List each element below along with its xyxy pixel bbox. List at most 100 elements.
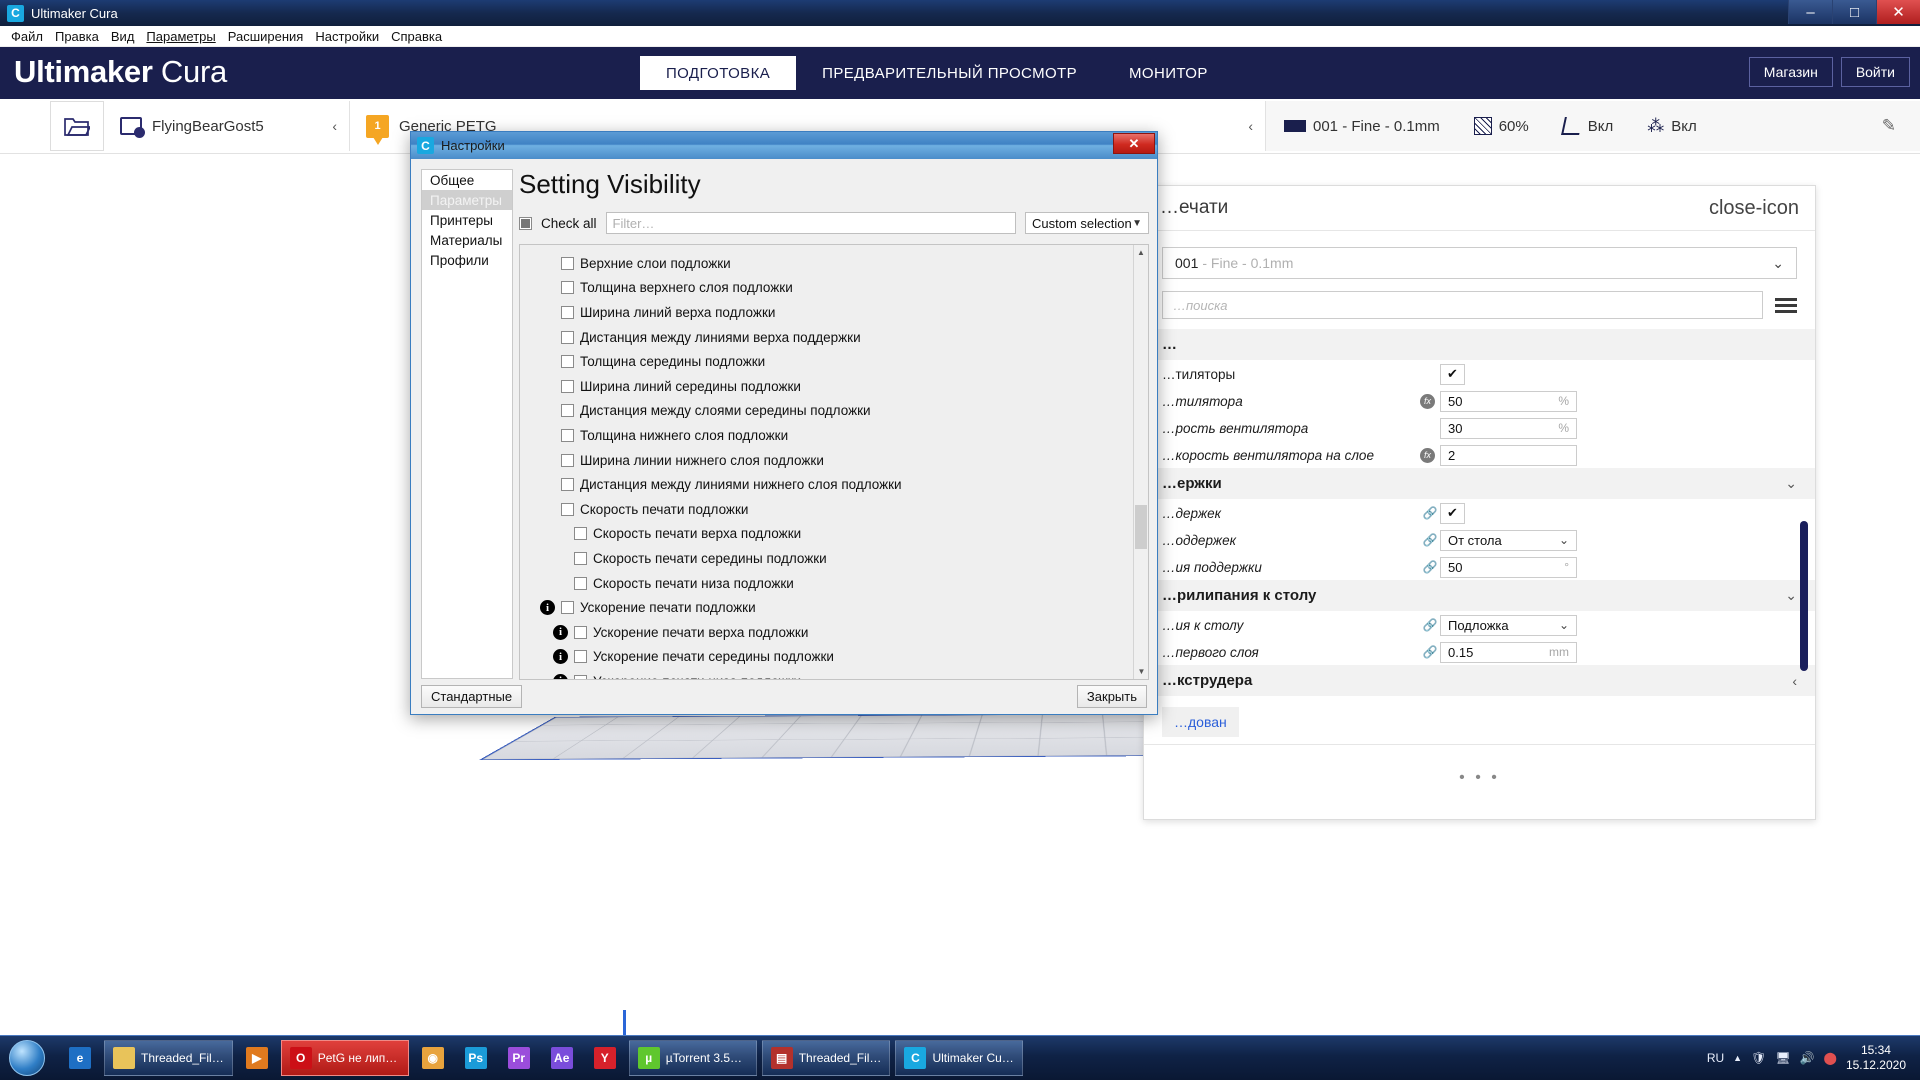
shield-icon[interactable]: ⬤	[1824, 1051, 1837, 1065]
visibility-checkbox[interactable]	[561, 355, 574, 369]
setting-row[interactable]: …тиляторы ✔	[1144, 361, 1815, 387]
menu-view[interactable]: Вид	[105, 28, 141, 45]
section-header-adhesion[interactable]: …рилипания к столу ⌄	[1144, 580, 1815, 611]
list-scrollbar[interactable]: ▲ ▼	[1133, 245, 1148, 679]
link-icon[interactable]: 🔗	[1423, 618, 1438, 632]
setting-value-field[interactable]: 50 %	[1440, 390, 1577, 412]
visibility-checkbox[interactable]	[561, 428, 574, 442]
tab-prepare[interactable]: ПОДГОТОВКА	[640, 56, 797, 90]
profile-dropdown[interactable]: 001 - Fine - 0.1mm ⌄	[1162, 247, 1797, 279]
nav-item-materials[interactable]: Материалы	[422, 230, 512, 250]
setting-value-field[interactable]: 30 %	[1440, 417, 1577, 439]
scroll-down-arrow[interactable]: ▼	[1134, 664, 1148, 679]
tray-expand-icon[interactable]: ▲	[1733, 1053, 1742, 1063]
setting-value-field[interactable]: 0.15 mm	[1440, 641, 1577, 663]
network-icon[interactable]: 🖥	[1775, 1051, 1790, 1065]
list-item[interactable]: Скорость печати низа подложки	[520, 571, 1148, 596]
setting-row[interactable]: …рость вентилятора 30 %	[1144, 415, 1815, 441]
formula-icon[interactable]: fx	[1420, 447, 1435, 463]
section-header-extruder[interactable]: …кструдера ‹	[1144, 665, 1815, 696]
taskbar-item[interactable]: ◉	[414, 1040, 452, 1076]
overflow-dots[interactable]: • • •	[1459, 769, 1500, 787]
list-item[interactable]: Дистанция между линиями нижнего слоя под…	[520, 472, 1148, 497]
section-header-cooling[interactable]: …	[1144, 329, 1815, 360]
scroll-up-arrow[interactable]: ▲	[1134, 245, 1148, 260]
visibility-checkbox[interactable]	[561, 601, 574, 615]
visibility-checkbox[interactable]	[561, 256, 574, 270]
formula-icon[interactable]: fx	[1420, 393, 1435, 409]
taskbar-item[interactable]: Pr	[500, 1040, 538, 1076]
visibility-checkbox[interactable]	[561, 478, 574, 492]
link-icon[interactable]: 🔗	[1423, 533, 1438, 547]
visibility-checkbox[interactable]	[561, 281, 574, 295]
info-icon[interactable]: i	[553, 624, 568, 640]
close-icon[interactable]: close-icon	[1709, 197, 1799, 220]
setting-row[interactable]: …первого слоя 🔗 0.15 mm	[1144, 639, 1815, 665]
menu-extensions[interactable]: Расширения	[222, 28, 310, 45]
setting-row[interactable]: …ия к столу 🔗 Подложка ⌄	[1144, 612, 1815, 638]
nav-item-profiles[interactable]: Профили	[422, 250, 512, 270]
close-button[interactable]: ✕	[1876, 0, 1920, 24]
volume-icon[interactable]: 🔊	[1800, 1051, 1815, 1065]
filter-input[interactable]: Filter…	[605, 212, 1016, 234]
maximize-button[interactable]: □	[1832, 0, 1876, 24]
list-item[interactable]: Скорость печати середины подложки	[520, 546, 1148, 571]
start-button[interactable]	[0, 1037, 54, 1080]
antivirus-icon[interactable]: 🛡	[1751, 1051, 1766, 1065]
list-item[interactable]: Верхние слои подложки	[520, 251, 1148, 276]
print-settings-button[interactable]: 001 - Fine - 0.1mm 60% Вкл ⁂ Вкл ✎	[1266, 101, 1920, 151]
link-icon[interactable]: 🔗	[1423, 560, 1438, 574]
nav-item-printers[interactable]: Принтеры	[422, 210, 512, 230]
taskbar-item[interactable]: Ae	[543, 1040, 581, 1076]
list-item[interactable]: Ширина линии нижнего слоя подложки	[520, 448, 1148, 473]
signin-button[interactable]: Войти	[1840, 57, 1910, 87]
visibility-checkbox[interactable]	[574, 527, 587, 541]
list-item[interactable]: Дистанция между линиями верха поддержки	[520, 325, 1148, 350]
list-item[interactable]: Толщина нижнего слоя подложки	[520, 423, 1148, 448]
setting-row[interactable]: …оддержек 🔗 От стола ⌄	[1144, 527, 1815, 553]
selection-dropdown[interactable]: Custom selection ▼	[1025, 212, 1149, 234]
panel-scrollbar[interactable]	[1800, 521, 1808, 671]
taskbar-item[interactable]: Threaded_Fil…	[104, 1040, 233, 1076]
info-icon[interactable]: i	[540, 600, 555, 616]
open-file-button[interactable]	[50, 101, 104, 151]
check-all-checkbox[interactable]	[519, 216, 532, 230]
section-header-support[interactable]: …ержки ⌄	[1144, 468, 1815, 499]
visibility-checkbox[interactable]	[574, 551, 587, 565]
defaults-button[interactable]: Стандартные	[421, 684, 523, 708]
visibility-checkbox[interactable]	[561, 404, 574, 418]
setting-row[interactable]: …держек 🔗 ✔	[1144, 500, 1815, 526]
settings-search-input[interactable]: …поиска	[1162, 291, 1763, 319]
list-item[interactable]: i Ускорение печати середины подложки	[520, 645, 1148, 670]
visibility-checkbox[interactable]	[561, 502, 574, 516]
visibility-checkbox[interactable]	[574, 650, 587, 664]
recalculate-button[interactable]: …дован	[1162, 707, 1239, 737]
list-item[interactable]: i Ускорение печати подложки	[520, 595, 1148, 620]
list-item[interactable]: i Ускорение печати верха подложки	[520, 620, 1148, 645]
clock[interactable]: 15:34 15.12.2020	[1846, 1043, 1910, 1073]
list-item[interactable]: Скорость печати подложки	[520, 497, 1148, 522]
nav-item-general[interactable]: Общее	[422, 170, 512, 190]
hamburger-icon[interactable]	[1775, 297, 1797, 313]
setting-checkbox[interactable]: ✔	[1440, 502, 1465, 524]
taskbar-item[interactable]: µ µTorrent 3.5…	[628, 1040, 757, 1076]
setting-select[interactable]: Подложка ⌄	[1440, 614, 1577, 636]
dialog-close-button[interactable]: ✕	[1113, 133, 1155, 154]
close-dialog-button[interactable]: Закрыть	[1076, 684, 1147, 708]
setting-value-field[interactable]: 2	[1440, 444, 1577, 466]
visibility-checkbox[interactable]	[574, 576, 587, 590]
menu-help[interactable]: Справка	[385, 28, 448, 45]
list-item[interactable]: Ширина линий верха подложки	[520, 300, 1148, 325]
pencil-icon[interactable]: ✎	[1882, 116, 1896, 136]
menu-file[interactable]: Файл	[5, 28, 49, 45]
setting-select[interactable]: От стола ⌄	[1440, 529, 1577, 551]
taskbar-item[interactable]: Y	[586, 1040, 624, 1076]
link-icon[interactable]: 🔗	[1423, 645, 1438, 659]
setting-row[interactable]: …тилятора fx 50 %	[1144, 388, 1815, 414]
taskbar-item[interactable]: ▶	[238, 1040, 276, 1076]
list-item[interactable]: Толщина верхнего слоя подложки	[520, 276, 1148, 301]
visibility-checkbox[interactable]	[561, 379, 574, 393]
taskbar-item[interactable]: Ps	[457, 1040, 495, 1076]
menu-preferences[interactable]: Настройки	[309, 28, 385, 45]
visibility-checkbox[interactable]	[561, 305, 574, 319]
